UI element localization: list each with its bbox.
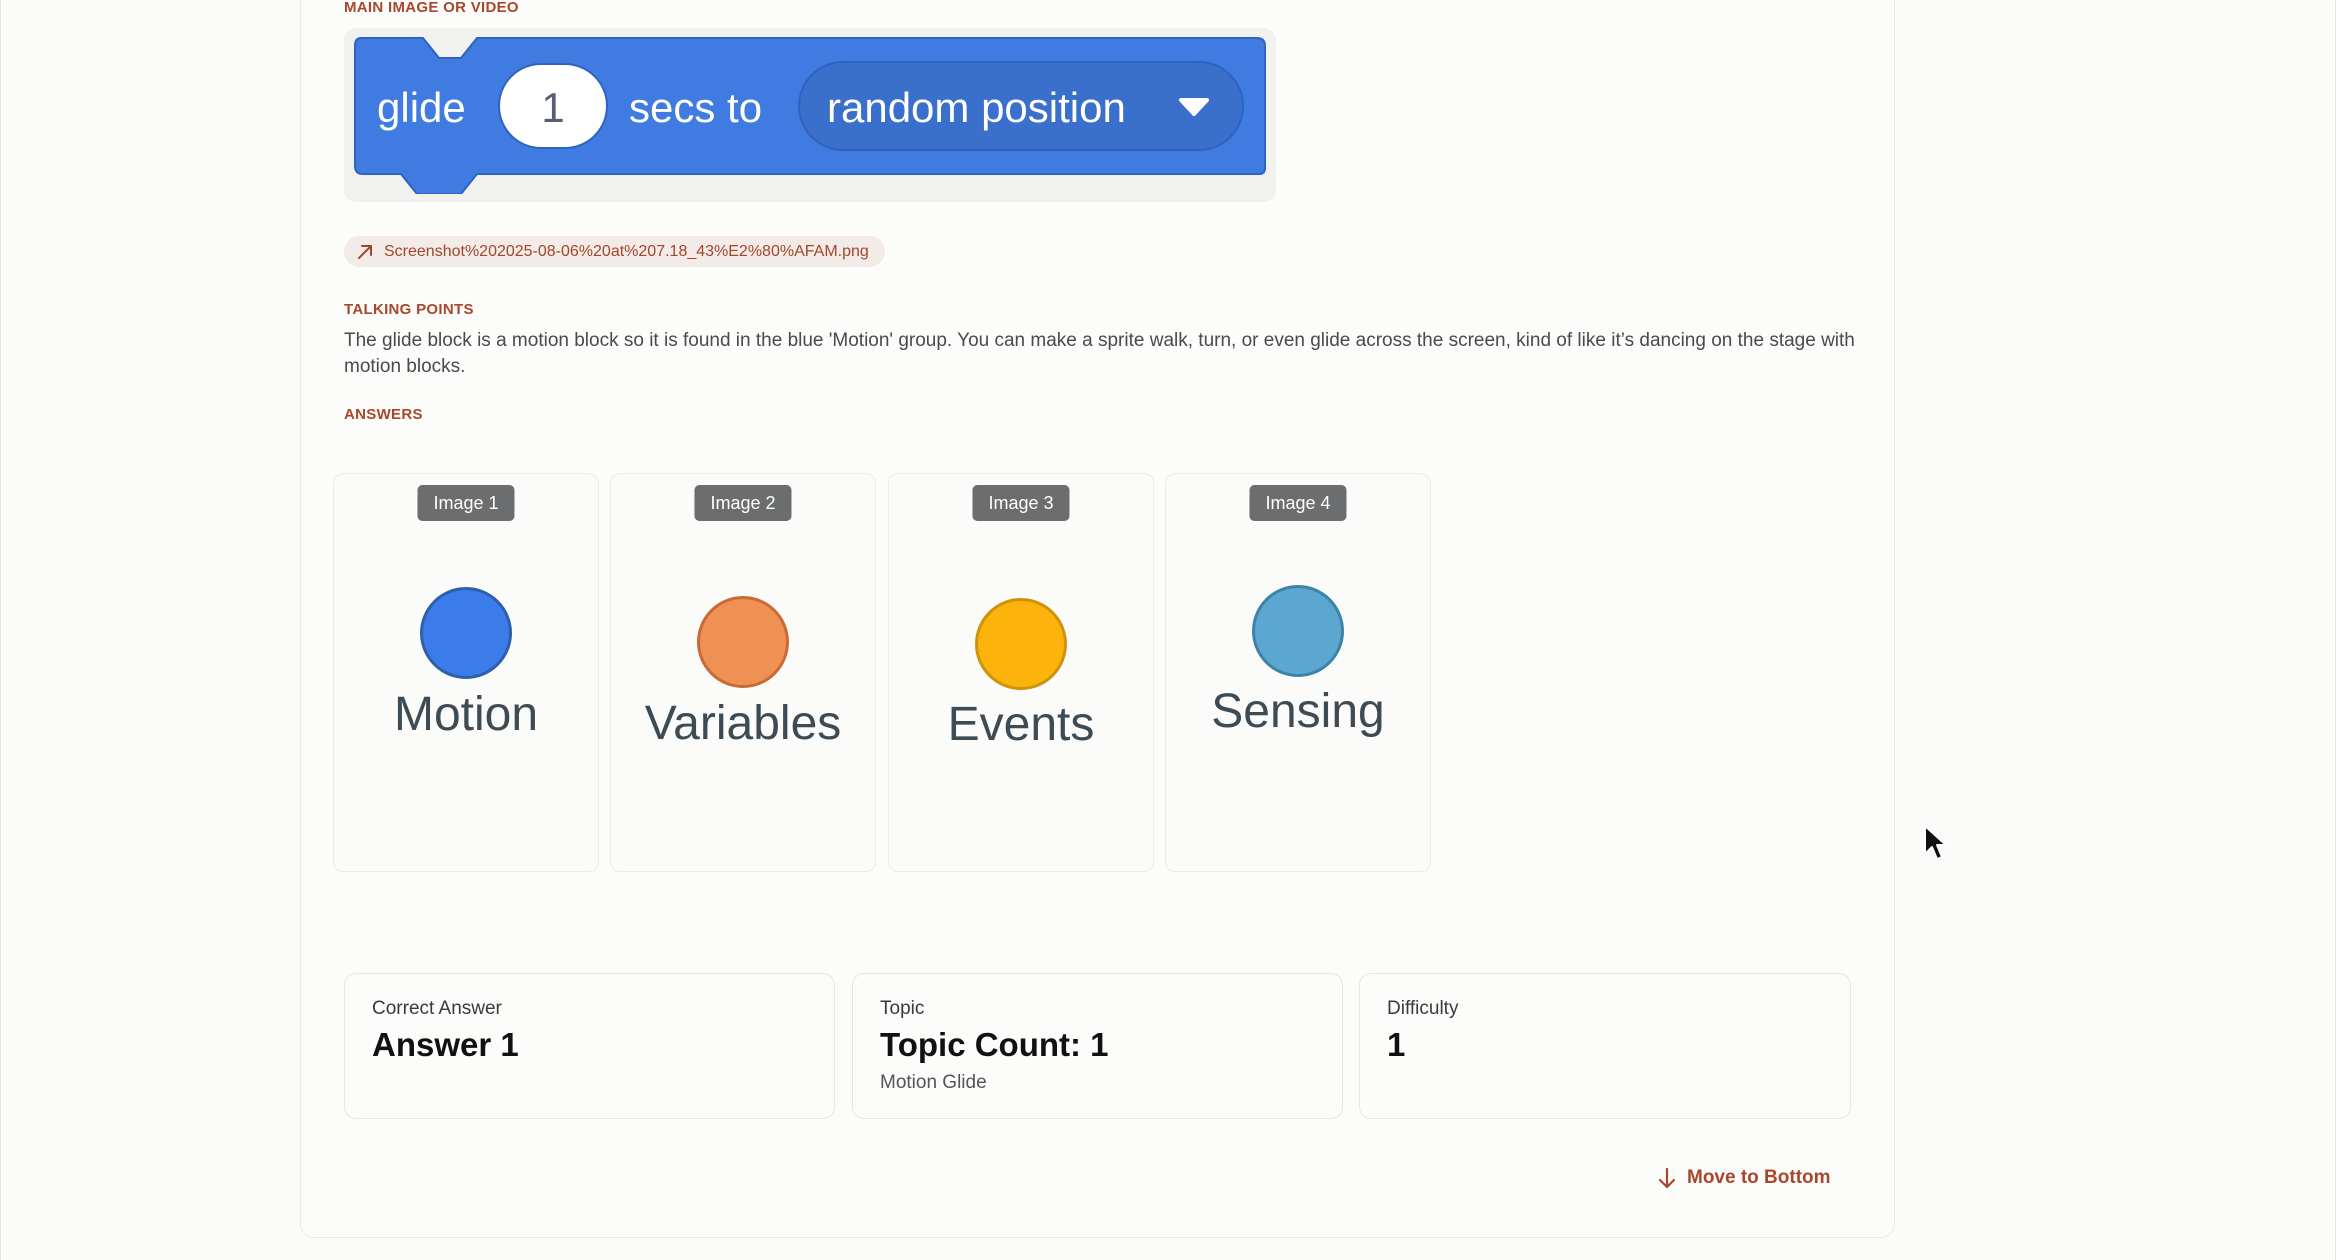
arrow-down-icon [1658, 1167, 1676, 1189]
correct-answer-value: Answer 1 [372, 1026, 519, 1063]
answer-card-3[interactable]: Image 3 Events [888, 473, 1154, 872]
answer-card-1[interactable]: Image 1 Motion [333, 473, 599, 872]
difficulty-value: 1 [1387, 1026, 1406, 1063]
glide-block-image: glide 1 secs to random position [354, 37, 1266, 194]
topic-value: Topic Count: 1 [880, 1026, 1109, 1063]
talking-points-text: The glide block is a motion block so it … [344, 330, 1855, 377]
move-to-bottom-label: Move to Bottom [1687, 1167, 1831, 1188]
answer-card-2[interactable]: Image 2 Variables [610, 473, 876, 872]
main-media-label: MAIN IMAGE OR VIDEO [344, 0, 519, 16]
topic-label: Topic [880, 998, 925, 1019]
attachment-filename: Screenshot%202025-08-06%20at%207.18_43%E… [384, 242, 869, 260]
difficulty-label: Difficulty [1387, 998, 1459, 1019]
answer-card-4[interactable]: Image 4 Sensing [1165, 473, 1431, 872]
answer-category-label: Sensing [1211, 685, 1385, 738]
answer-badge: Image 2 [694, 485, 792, 521]
block-verb-text: glide [377, 84, 466, 131]
answers-label: ANSWERS [344, 406, 423, 423]
block-target-text: random position [827, 84, 1126, 131]
sensing-category-icon [1252, 585, 1344, 677]
attachment-link[interactable]: Screenshot%202025-08-06%20at%207.18_43%E… [344, 236, 885, 267]
events-category-icon [975, 598, 1067, 690]
page: MAIN IMAGE OR VIDEO glide 1 secs to rand… [0, 0, 2336, 1260]
correct-answer-card: Correct Answer Answer 1 [344, 973, 835, 1119]
answer-badge: Image 4 [1249, 485, 1347, 521]
answer-category-label: Motion [393, 688, 539, 741]
answer-category-label: Events [947, 698, 1095, 751]
motion-category-icon [420, 587, 512, 679]
move-to-bottom-button[interactable]: Move to Bottom [1657, 1164, 1831, 1192]
talking-points-label: TALKING POINTS [344, 301, 474, 318]
correct-answer-label: Correct Answer [372, 998, 502, 1019]
block-seconds-text: 1 [541, 84, 564, 131]
difficulty-card: Difficulty 1 [1359, 973, 1851, 1119]
topic-subtitle: Motion Glide [880, 1072, 987, 1093]
answer-badge: Image 3 [972, 485, 1070, 521]
variables-category-icon [697, 596, 789, 688]
external-link-arrow-icon [356, 243, 374, 261]
topic-card: Topic Topic Count: 1 Motion Glide [852, 973, 1343, 1119]
answer-badge: Image 1 [417, 485, 515, 521]
mouse-cursor-icon [1924, 825, 1947, 860]
answer-category-label: Variables [644, 697, 842, 750]
block-connector-text: secs to [629, 84, 762, 131]
